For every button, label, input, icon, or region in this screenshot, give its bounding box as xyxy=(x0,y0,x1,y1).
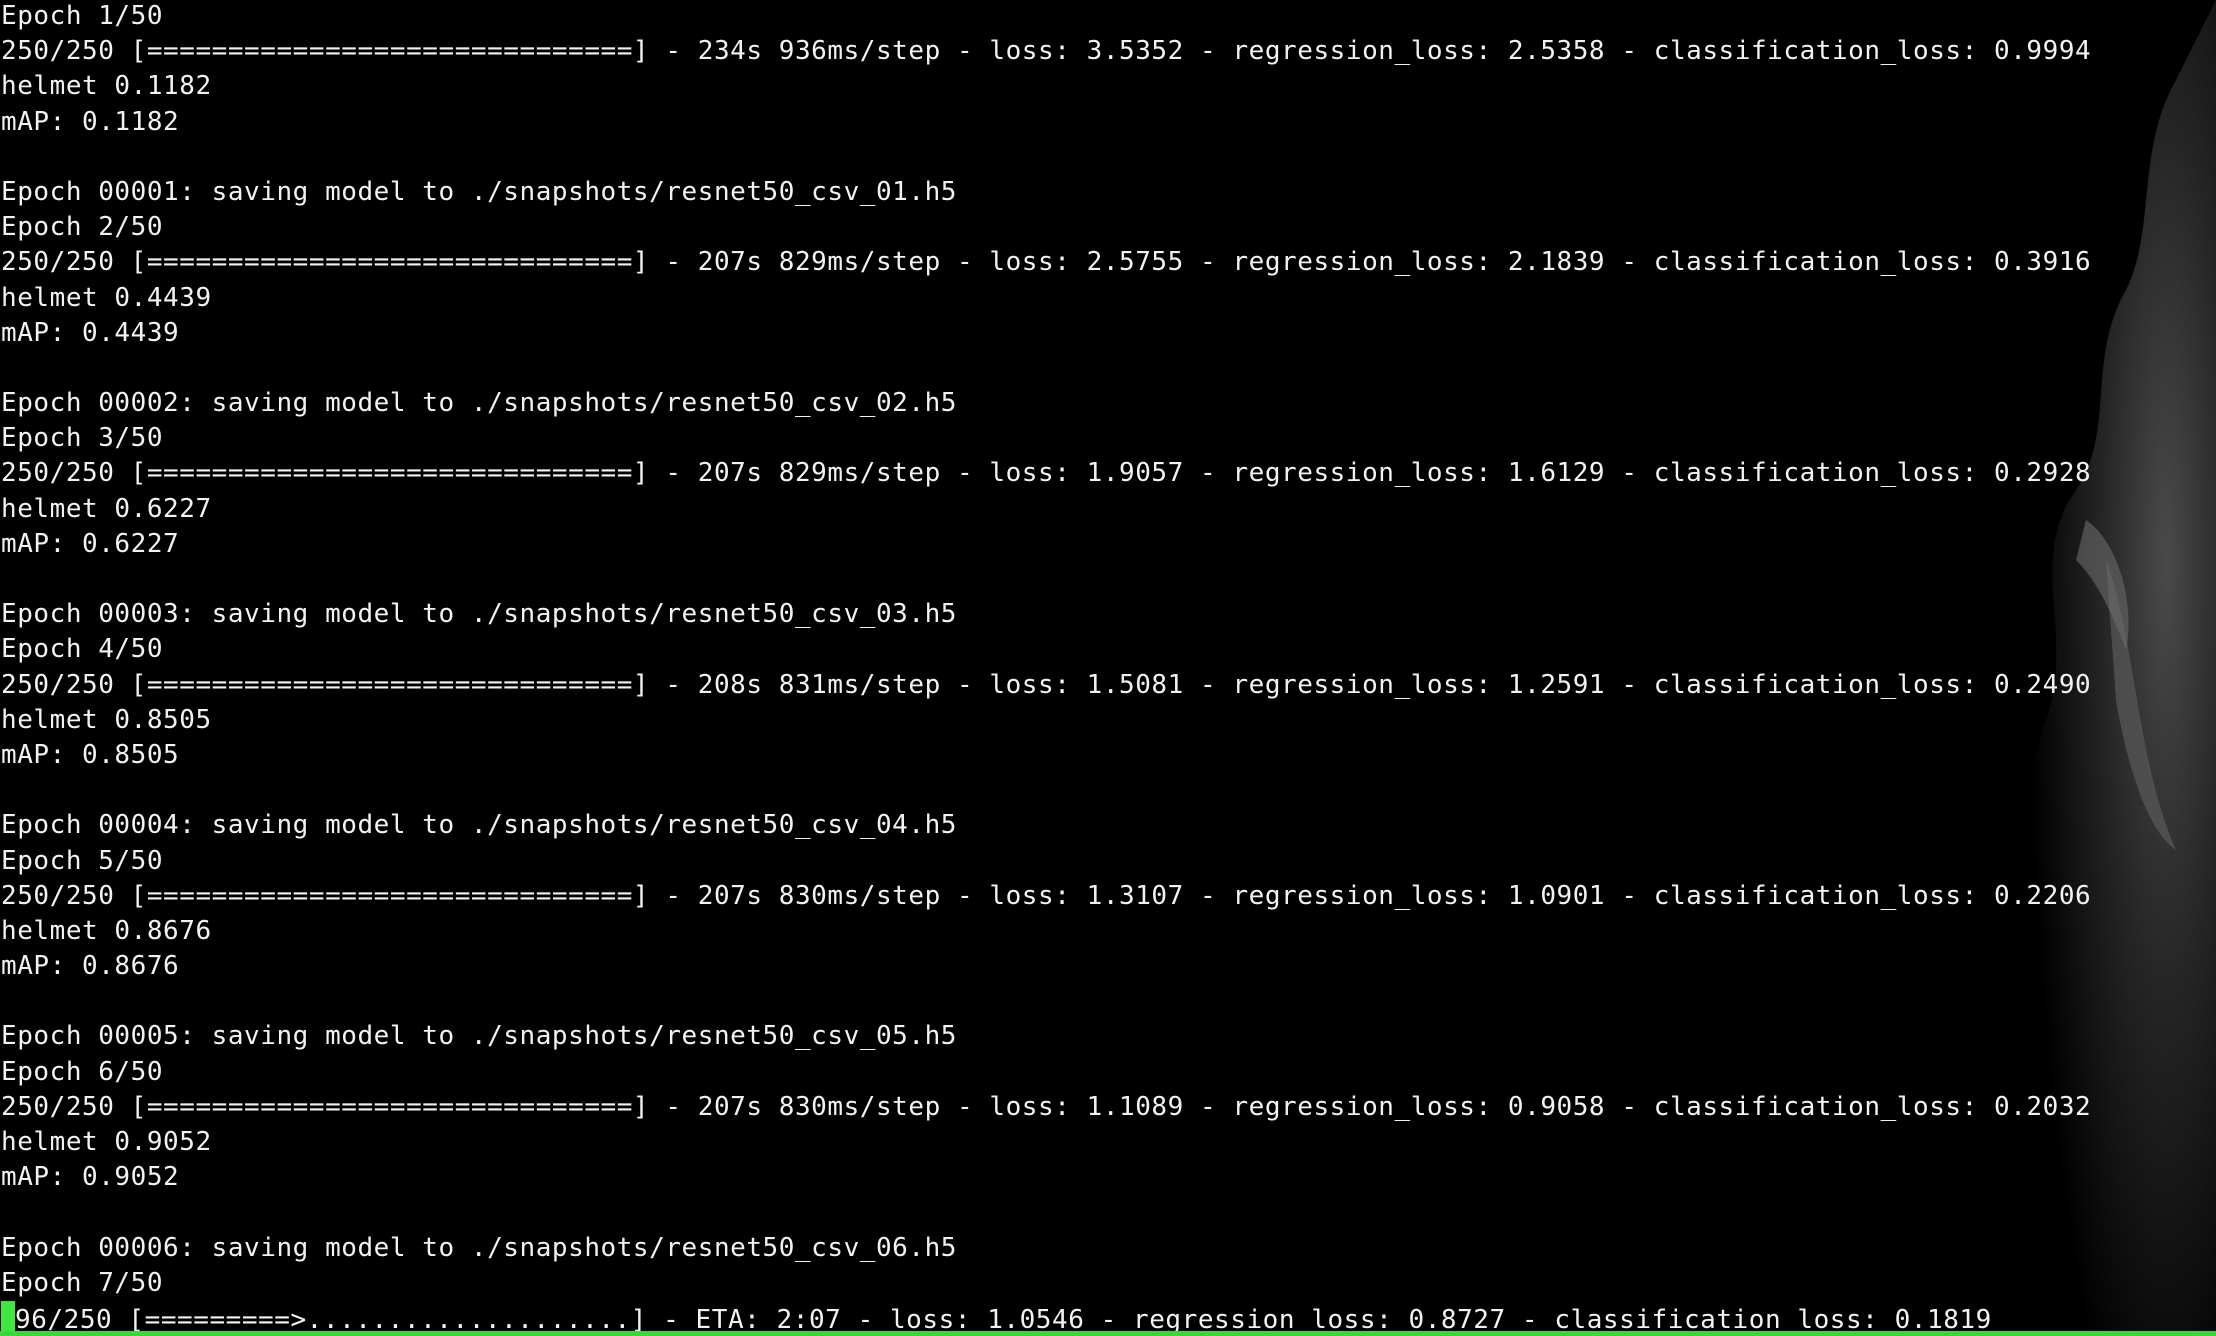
output-line: Epoch 00004: saving model to ./snapshots… xyxy=(1,810,957,841)
output-line: 250/250 [==============================]… xyxy=(1,247,2092,278)
output-line: Epoch 6/50 xyxy=(1,1056,164,1087)
output-line: 250/250 [==============================]… xyxy=(1,880,2092,911)
output-line: mAP: 0.8676 xyxy=(1,951,180,982)
output-line: helmet 0.1182 xyxy=(1,71,212,102)
output-line: helmet 0.9052 xyxy=(1,1127,212,1157)
output-line: Epoch 00003: saving model to ./snapshots… xyxy=(1,599,957,630)
output-line: mAP: 0.6227 xyxy=(1,528,180,559)
output-line: 250/250 [==============================]… xyxy=(1,669,2092,700)
output-line: helmet 0.4439 xyxy=(1,282,212,313)
output-line: Epoch 00001: saving model to ./snapshots… xyxy=(1,176,957,207)
output-line: Epoch 00002: saving model to ./snapshots… xyxy=(1,388,957,419)
terminal-output: Epoch 1/50 250/250 [====================… xyxy=(1,0,2091,1336)
output-line: Epoch 3/50 xyxy=(1,423,164,454)
output-line: mAP: 0.1182 xyxy=(1,106,180,137)
output-line: 250/250 [==============================]… xyxy=(1,1091,2092,1122)
output-line: helmet 0.8676 xyxy=(1,915,212,946)
terminal-cursor[interactable] xyxy=(1,1300,15,1333)
status-bar xyxy=(0,1331,2216,1336)
output-line: mAP: 0.8505 xyxy=(1,739,180,770)
output-line: Epoch 1/50 xyxy=(1,1,164,31)
output-line: mAP: 0.4439 xyxy=(1,317,180,348)
output-line: 250/250 [==============================]… xyxy=(1,36,2092,67)
output-line: Epoch 2/50 xyxy=(1,212,164,243)
output-line: helmet 0.6227 xyxy=(1,493,212,524)
output-line: Epoch 00006: saving model to ./snapshots… xyxy=(1,1232,957,1263)
terminal-window[interactable]: Epoch 1/50 250/250 [====================… xyxy=(0,0,2216,1336)
output-line: Epoch 7/50 xyxy=(1,1267,164,1298)
output-line: Epoch 5/50 xyxy=(1,845,164,876)
output-line: helmet 0.8505 xyxy=(1,704,212,735)
output-line: Epoch 4/50 xyxy=(1,634,164,665)
output-line: mAP: 0.9052 xyxy=(1,1162,180,1193)
output-line: 250/250 [==============================]… xyxy=(1,458,2092,489)
output-line: Epoch 00005: saving model to ./snapshots… xyxy=(1,1021,957,1052)
